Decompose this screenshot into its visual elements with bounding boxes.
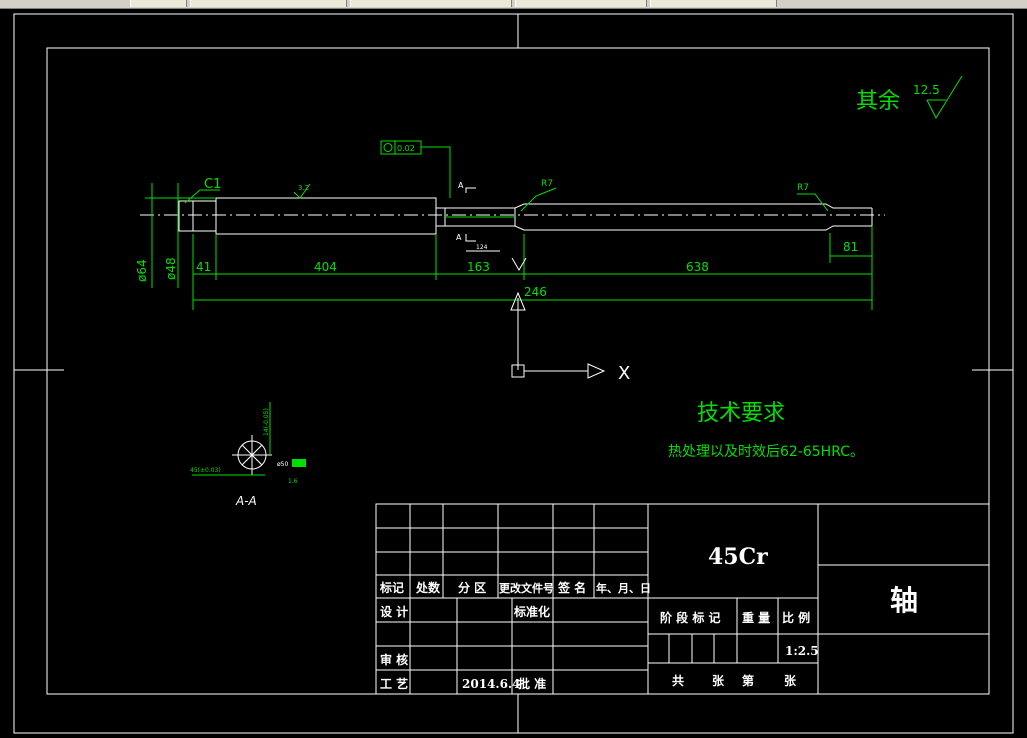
shaft-bottom-edge [436, 225, 872, 231]
shaft-drawing [140, 197, 885, 235]
ucs-x-arrow [587, 363, 606, 379]
dim-d64: ø64 [135, 259, 149, 282]
tolerance-value: 0.02 [397, 144, 415, 153]
section-dim-right: ø50 [277, 461, 288, 468]
tb-process: 工 艺 [380, 676, 408, 691]
surface-finish-text: 其余 [856, 89, 900, 114]
dim-81: 81 [843, 240, 858, 254]
toolbar-tab[interactable] [130, 0, 187, 7]
toolbar-tab[interactable] [350, 0, 512, 7]
section-marker-bottom: A [456, 233, 462, 242]
radius-right-label: R7 [797, 183, 809, 193]
section-dim-bottom: 1.6 [288, 478, 298, 485]
tb-hdr-count: 处数 [415, 580, 441, 595]
tolerance-leader [421, 146, 451, 198]
tb-material: 45Cr [708, 544, 768, 570]
drawing-svg: 其余 12.5 C1 3.2 0.02 A A 124 R7 R7 ø64 ø4… [13, 13, 1014, 734]
dim-163: 163 [467, 260, 490, 274]
radius-left-label: R7 [541, 179, 553, 189]
technical-requirements: 技术要求 热处理以及时效后62-65HRC。 [668, 401, 864, 460]
toolbar-tab[interactable] [515, 0, 647, 7]
tb-stage: 阶 段 标 记 [660, 610, 721, 625]
shaft-top-edge [436, 203, 872, 209]
dim-41: 41 [196, 260, 211, 274]
tb-standardize: 标准化 [513, 604, 550, 619]
cad-drawing-canvas[interactable]: 其余 12.5 C1 3.2 0.02 A A 124 R7 R7 ø64 ø4… [0, 8, 1027, 734]
tb-sheet-unit: 张 [784, 673, 797, 688]
dim-d48: ø48 [164, 257, 178, 280]
shaft-stub [178, 200, 217, 232]
tb-approve: 批 准 [518, 676, 546, 691]
section-arrow-bottom [465, 234, 476, 242]
toolbar-tab[interactable] [190, 0, 347, 7]
dim-246: 246 [524, 285, 547, 299]
dim-638: 638 [686, 260, 709, 274]
tb-hdr-mark: 标记 [379, 580, 404, 595]
section-label: A-A [235, 494, 257, 508]
section-dim-left: 45(±0.03) [190, 467, 221, 474]
outer-border [13, 13, 1014, 734]
surface-finish-note: 其余 12.5 [856, 75, 963, 120]
cylindricity-icon [383, 143, 393, 152]
tb-date: 2014.6.4 [462, 677, 520, 691]
ucs-x-label: X [618, 363, 630, 384]
toolbar-tab[interactable] [650, 0, 777, 7]
tb-scale-label: 比 例 [782, 610, 810, 625]
radius-left-leader [520, 187, 557, 212]
surface-finish-value: 12.5 [913, 83, 940, 97]
tb-hdr-zone: 分 区 [458, 580, 486, 595]
tb-sheet-no: 第 [742, 673, 754, 688]
tb-review: 审 核 [380, 652, 408, 667]
section-arrow-top [465, 187, 476, 193]
tb-weight: 重 量 [742, 610, 770, 625]
section-fill-marker [292, 459, 306, 467]
tech-req-line1: 热处理以及时效后62-65HRC。 [668, 444, 864, 460]
tb-part-name: 轴 [890, 584, 918, 617]
inner-border [46, 47, 990, 695]
tb-sheets: 张 [712, 673, 725, 688]
title-block: 标记 处数 分 区 更改文件号 签 名 年、月、日 设 计 标准化 审 核 工 … [375, 503, 990, 695]
shaft-body [215, 197, 437, 235]
section-marker-top: A [458, 181, 464, 190]
tb-sheets-total: 共 [672, 673, 684, 688]
groove-note: 124 [476, 244, 488, 251]
tb-hdr-doc: 更改文件号 [499, 581, 554, 595]
tb-design: 设 计 [380, 604, 408, 619]
ucs-icon: X [510, 291, 630, 384]
tb-scale: 1:2.5 [785, 644, 819, 658]
radius-right-leader [797, 193, 829, 212]
tech-req-title: 技术要求 [697, 401, 785, 426]
tb-hdr-sign: 签 名 [557, 580, 586, 595]
dimensions: ø64 ø48 41 404 163 638 81 246 [135, 183, 873, 310]
section-view: 14(-0.05) 45(±0.03) ø50 1.6 A-A [190, 402, 306, 508]
tb-hdr-date: 年、月、日 [596, 581, 651, 595]
dim-404: 404 [314, 260, 337, 274]
section-dim-top: 14(-0.05) [263, 408, 270, 436]
